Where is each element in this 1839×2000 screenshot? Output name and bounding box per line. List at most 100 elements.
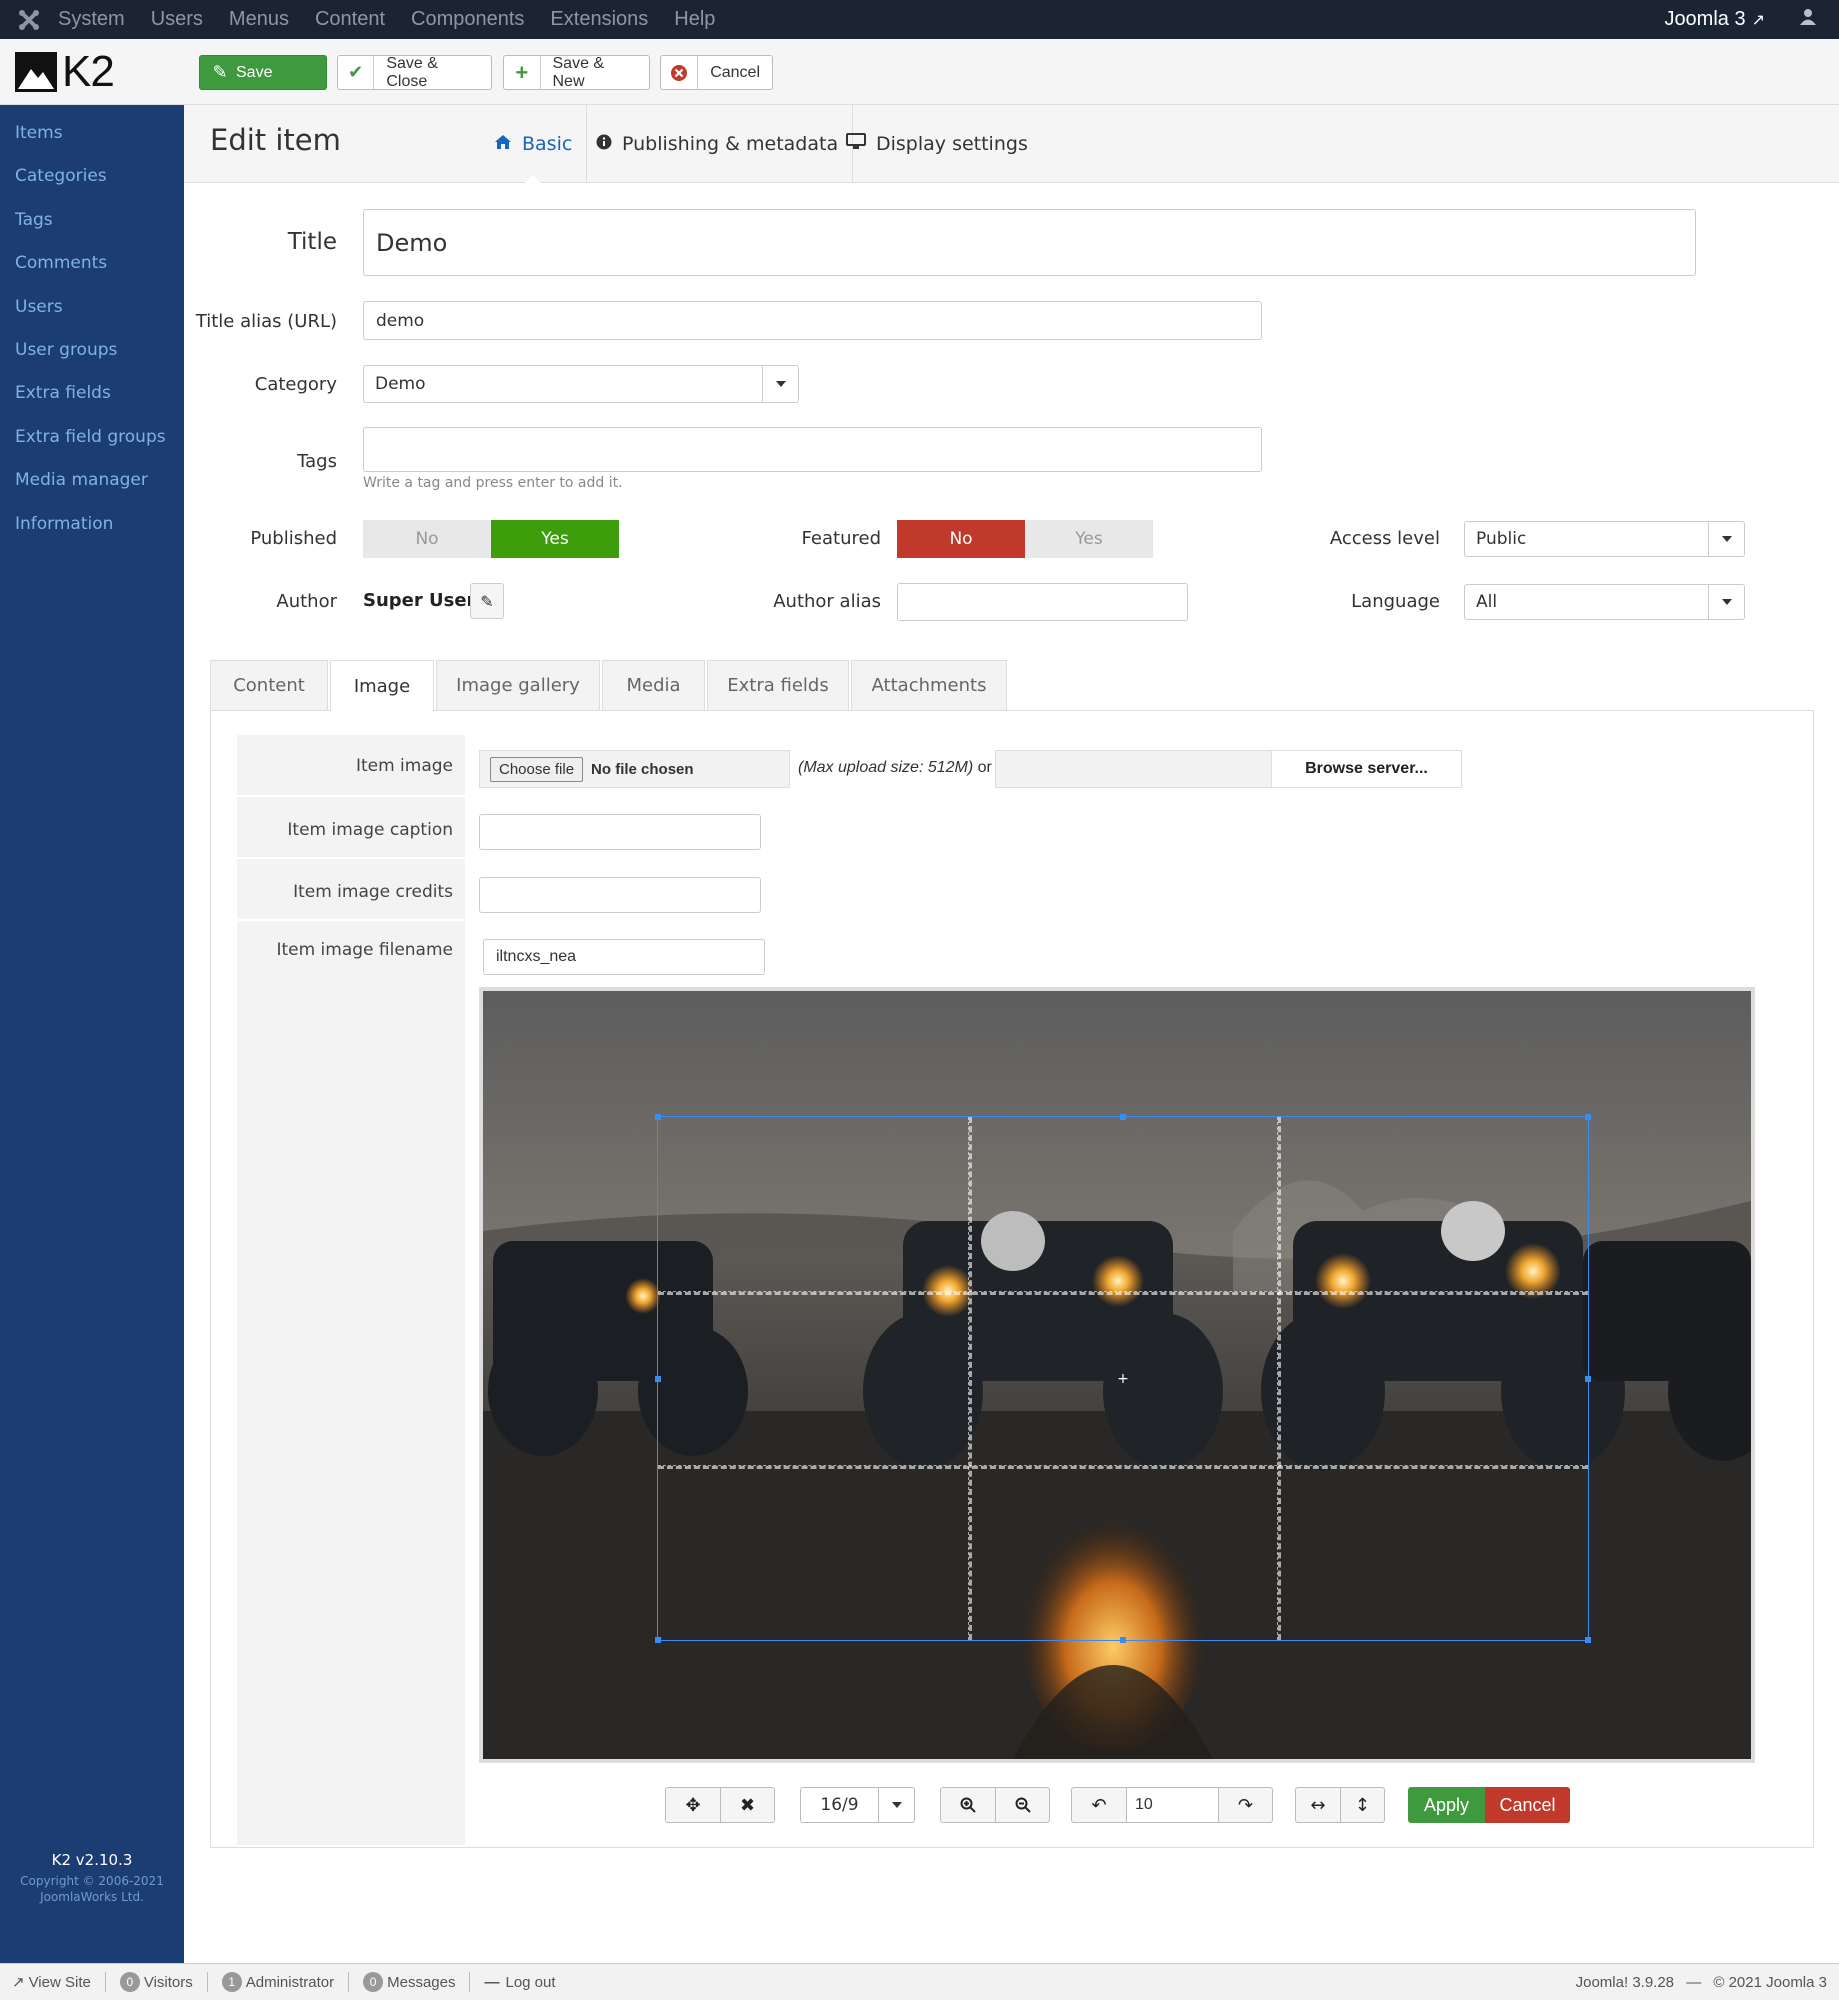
status-divider bbox=[104, 1972, 106, 1992]
sidebar-item-extra-field-groups[interactable]: Extra field groups bbox=[0, 419, 184, 462]
save-close-button[interactable]: ✔ Save & Close bbox=[337, 55, 492, 90]
tags-label: Tags bbox=[297, 451, 337, 472]
logout-link[interactable]: — Log out bbox=[484, 1974, 555, 1991]
author-alias-input[interactable] bbox=[897, 583, 1188, 621]
item-image-filename-input[interactable]: iltncxs_nea bbox=[483, 939, 765, 975]
upload-hint: (Max upload size: 512M) or bbox=[798, 759, 992, 777]
topmenu-menus[interactable]: Menus bbox=[229, 8, 289, 31]
sidebar-item-users[interactable]: Users bbox=[0, 289, 184, 332]
zoom-group bbox=[940, 1787, 1050, 1823]
status-divider bbox=[469, 1972, 471, 1992]
choose-file-button[interactable]: Choose file bbox=[490, 756, 584, 782]
sidebar-item-tags[interactable]: Tags bbox=[0, 202, 184, 245]
cancel-crop-button[interactable]: Cancel bbox=[1485, 1787, 1570, 1823]
move-icon[interactable]: ✥ bbox=[666, 1788, 720, 1822]
aspect-ratio-select[interactable]: 16/9 bbox=[800, 1787, 915, 1823]
featured-yes-option[interactable]: Yes bbox=[1025, 520, 1153, 558]
crop-grid-line bbox=[1277, 1117, 1282, 1640]
crop-handle-nw[interactable] bbox=[655, 1114, 661, 1120]
topmenu-help[interactable]: Help bbox=[674, 8, 715, 31]
category-select[interactable]: Demo bbox=[363, 365, 799, 403]
topmenu-extensions[interactable]: Extensions bbox=[550, 8, 648, 31]
chevron-down-icon bbox=[878, 1788, 914, 1822]
inner-tab-attachments[interactable]: Attachments bbox=[851, 660, 1007, 710]
sidebar-item-extra-fields[interactable]: Extra fields bbox=[0, 375, 184, 418]
crop-handle-w[interactable] bbox=[655, 1375, 661, 1382]
tab-display-settings[interactable]: Display settings bbox=[832, 105, 1042, 183]
crop-handle-e[interactable] bbox=[1585, 1375, 1591, 1382]
sidebar-item-user-groups[interactable]: User groups bbox=[0, 332, 184, 375]
topmenu-components[interactable]: Components bbox=[411, 8, 524, 31]
view-site-link[interactable]: ↗ View Site bbox=[12, 1973, 91, 1992]
visitors-item[interactable]: 0 Visitors bbox=[119, 1972, 193, 1992]
sidebar-item-information[interactable]: Information bbox=[0, 506, 184, 549]
user-menu-icon[interactable] bbox=[1799, 8, 1817, 32]
no-file-chosen-text: No file chosen bbox=[591, 760, 694, 778]
save-button[interactable]: ✎ Save bbox=[199, 55, 327, 90]
inner-tab-extra-fields[interactable]: Extra fields bbox=[707, 660, 849, 710]
inner-tab-content[interactable]: Content bbox=[210, 660, 328, 710]
zoom-out-icon[interactable] bbox=[995, 1788, 1049, 1822]
inner-tab-media[interactable]: Media bbox=[602, 660, 705, 710]
server-path-input[interactable] bbox=[996, 751, 1271, 787]
apply-crop-button[interactable]: Apply bbox=[1408, 1787, 1485, 1823]
browse-server-button[interactable]: Browse server... bbox=[1271, 751, 1461, 787]
rotate-degrees-input[interactable]: 10 bbox=[1126, 1788, 1218, 1822]
cancel-button[interactable]: Cancel bbox=[660, 55, 773, 90]
item-image-caption-input[interactable] bbox=[479, 814, 761, 850]
crop-handle-s[interactable] bbox=[1120, 1637, 1126, 1643]
image-labels-column: Item image Item image caption Item image… bbox=[237, 735, 465, 1845]
inner-tab-image-gallery[interactable]: Image gallery bbox=[436, 660, 600, 710]
crop-handle-se[interactable] bbox=[1585, 1637, 1591, 1643]
sidebar-item-items[interactable]: Items bbox=[0, 115, 184, 158]
edit-icon: ✎ bbox=[212, 62, 228, 82]
access-level-select[interactable]: Public bbox=[1464, 521, 1745, 557]
featured-no-option[interactable]: No bbox=[897, 520, 1025, 558]
administrator-item[interactable]: 1 Administrator bbox=[221, 1972, 334, 1992]
tab-publishing-metadata[interactable]: Publishing & metadata bbox=[582, 105, 854, 183]
item-image-file-input[interactable]: Choose file No file chosen bbox=[479, 750, 790, 788]
alias-input[interactable]: demo bbox=[363, 301, 1262, 340]
crop-center-icon: + bbox=[1117, 1370, 1129, 1387]
inner-tab-image[interactable]: Image bbox=[330, 660, 434, 711]
tags-input[interactable] bbox=[363, 427, 1262, 472]
published-no-option[interactable]: No bbox=[363, 520, 491, 558]
chevron-down-icon bbox=[1708, 585, 1744, 619]
crop-handle-sw[interactable] bbox=[655, 1637, 661, 1643]
topmenu-content[interactable]: Content bbox=[315, 8, 385, 31]
chevron-down-icon bbox=[1708, 522, 1744, 556]
sidebar-item-media-manager[interactable]: Media manager bbox=[0, 462, 184, 505]
sidebar-item-categories[interactable]: Categories bbox=[0, 158, 184, 201]
k2-sidebar: Items Categories Tags Comments Users Use… bbox=[0, 105, 184, 1963]
item-image-credits-label: Item image credits bbox=[293, 882, 453, 902]
topmenu-system[interactable]: System bbox=[58, 8, 125, 31]
rotate-right-icon[interactable]: ↷ bbox=[1218, 1788, 1272, 1822]
item-image-credits-input[interactable] bbox=[479, 877, 761, 913]
sidebar-item-comments[interactable]: Comments bbox=[0, 245, 184, 288]
crop-mode-icon[interactable]: ✖ bbox=[720, 1788, 774, 1822]
cropper-canvas[interactable]: + bbox=[483, 991, 1751, 1759]
flip-horizontal-icon[interactable]: ↔ bbox=[1296, 1788, 1340, 1822]
published-toggle: No Yes bbox=[363, 520, 619, 558]
rotate-left-icon[interactable]: ↶ bbox=[1072, 1788, 1126, 1822]
zoom-in-icon[interactable] bbox=[941, 1788, 995, 1822]
save-new-button[interactable]: + Save & New bbox=[503, 55, 650, 90]
author-alias-label: Author alias bbox=[773, 591, 881, 612]
language-select[interactable]: All bbox=[1464, 584, 1745, 620]
edit-author-button[interactable]: ✎ bbox=[470, 583, 504, 619]
crop-handle-n[interactable] bbox=[1120, 1114, 1126, 1120]
joomla-logo-icon[interactable] bbox=[0, 0, 58, 39]
title-input[interactable]: Demo bbox=[363, 209, 1696, 276]
aspect-ratio-value: 16/9 bbox=[820, 1795, 859, 1815]
topmenu-users[interactable]: Users bbox=[151, 8, 203, 31]
k2-mountain-icon bbox=[15, 52, 57, 92]
tab-basic[interactable]: Basic bbox=[480, 105, 588, 184]
flip-vertical-icon[interactable]: ↕ bbox=[1339, 1788, 1384, 1822]
crop-selection-box[interactable]: + bbox=[655, 1114, 1591, 1643]
crop-handle-ne[interactable] bbox=[1585, 1114, 1591, 1120]
site-link[interactable]: Joomla 3 bbox=[1664, 8, 1745, 31]
published-yes-option[interactable]: Yes bbox=[491, 520, 619, 558]
save-button-label: Save bbox=[236, 63, 273, 81]
crop-grid-line bbox=[658, 1291, 1588, 1296]
messages-item[interactable]: 0 Messages bbox=[363, 1972, 455, 1992]
